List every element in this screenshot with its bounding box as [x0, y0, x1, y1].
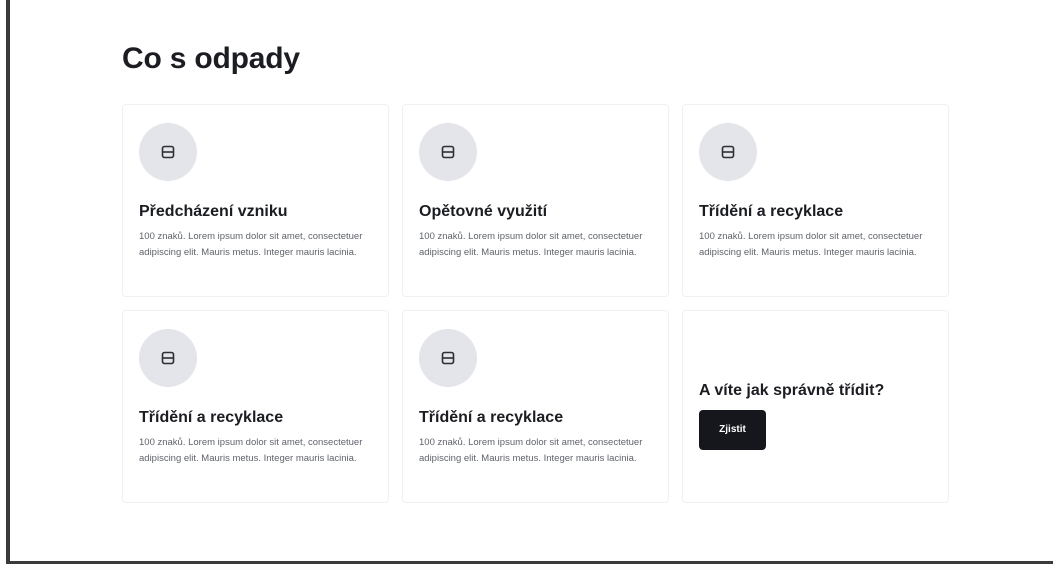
zjistit-button[interactable]: Zjistit [699, 409, 766, 450]
image-icon [699, 123, 757, 181]
window-left-edge [6, 0, 10, 564]
image-icon [139, 329, 197, 387]
image-icon [419, 123, 477, 181]
cta-title: A víte jak správně třídit? [699, 381, 885, 399]
card-text: 100 znaků. Lorem ipsum dolor sit amet, c… [139, 231, 363, 258]
card-trideni-a-recyklace-2[interactable]: Třídění a recyklace 100 znaků. Lorem ips… [122, 310, 389, 503]
card-title: Opětovné využití [419, 203, 548, 220]
card-title: Třídění a recyklace [139, 409, 284, 426]
cards-grid: Předcházení vzniku 100 znaků. Lorem ipsu… [122, 104, 949, 503]
card-trideni-a-recyklace[interactable]: Třídění a recyklace 100 znaků. Lorem ips… [682, 104, 949, 297]
card-trideni-a-recyklace-3[interactable]: Třídění a recyklace 100 znaků. Lorem ips… [402, 310, 669, 503]
card-text: 100 znaků. Lorem ipsum dolor sit amet, c… [419, 437, 643, 464]
cta-card: A víte jak správně třídit? Zjistit [682, 310, 949, 503]
card-title: Třídění a recyklace [699, 203, 844, 220]
page-frame: Co s odpady Předcházení vzniku 100 znaků… [0, 0, 1053, 564]
card-text: 100 znaků. Lorem ipsum dolor sit amet, c… [139, 437, 363, 464]
card-title: Třídění a recyklace [419, 409, 564, 426]
page-title: Co s odpady [122, 42, 300, 75]
card-opetovne-vyuziti[interactable]: Opětovné využití 100 znaků. Lorem ipsum … [402, 104, 669, 297]
image-icon [139, 123, 197, 181]
card-predchazeni-vzniku[interactable]: Předcházení vzniku 100 znaků. Lorem ipsu… [122, 104, 389, 297]
card-text: 100 znaků. Lorem ipsum dolor sit amet, c… [699, 231, 923, 258]
card-title: Předcházení vzniku [139, 203, 288, 220]
image-icon [419, 329, 477, 387]
card-text: 100 znaků. Lorem ipsum dolor sit amet, c… [419, 231, 643, 258]
